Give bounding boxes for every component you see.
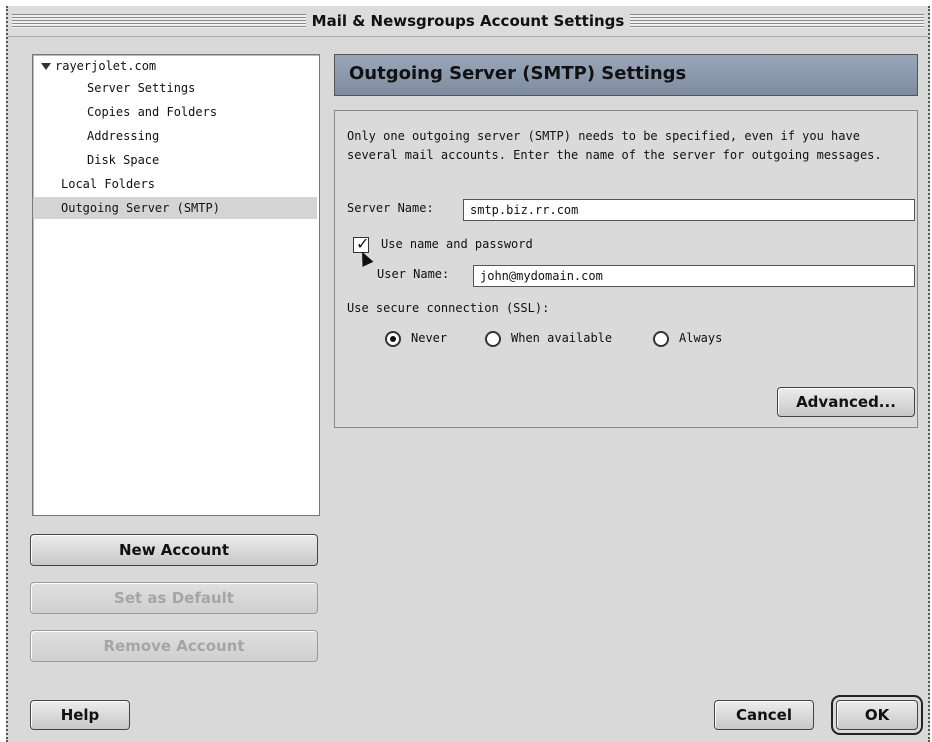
ssl-always-label: Always	[679, 331, 723, 345]
ssl-never-label: Never	[411, 331, 448, 345]
settings-window: Mail & Newsgroups Account Settings rayer…	[6, 6, 930, 742]
new-account-button[interactable]: New Account	[30, 534, 318, 566]
tree-account-label: rayerjolet.com	[55, 59, 157, 73]
user-name-label: User Name:	[377, 267, 450, 281]
ssl-label: Use secure connection (SSL):	[347, 301, 550, 315]
ssl-never-radio[interactable]	[385, 331, 401, 347]
tree-item-local-folders[interactable]: Local Folders	[33, 173, 317, 195]
title-bar[interactable]: Mail & Newsgroups Account Settings	[8, 6, 928, 37]
tree-item-copies-folders[interactable]: Copies and Folders	[33, 101, 317, 123]
tree-item-server-settings[interactable]: Server Settings	[33, 77, 317, 99]
help-button[interactable]: Help	[30, 700, 130, 730]
ssl-when-available-radio[interactable]	[485, 331, 501, 347]
tree-item-addressing[interactable]: Addressing	[33, 125, 317, 147]
smtp-settings-panel: Only one outgoing server (SMTP) needs to…	[334, 110, 918, 428]
tree-item-label: Addressing	[87, 129, 160, 143]
ok-button[interactable]: OK	[831, 695, 923, 735]
set-default-button[interactable]: Set as Default	[30, 582, 318, 614]
window-title: Mail & Newsgroups Account Settings	[305, 12, 631, 30]
mouse-pointer-icon	[356, 249, 374, 267]
tree-item-label: Local Folders	[61, 177, 155, 191]
tree-item-label: Server Settings	[87, 81, 196, 95]
advanced-button[interactable]: Advanced...	[777, 387, 915, 417]
tree-item-label: Copies and Folders	[87, 105, 218, 119]
tree-item-label: Disk Space	[87, 153, 160, 167]
server-name-label: Server Name:	[347, 201, 434, 215]
account-tree[interactable]: rayerjolet.com Server Settings Copies an…	[32, 54, 320, 516]
radio-selected-dot	[390, 336, 396, 342]
cancel-button[interactable]: Cancel	[714, 700, 814, 730]
tree-item-label: Outgoing Server (SMTP)	[61, 201, 220, 215]
panel-title: Outgoing Server (SMTP) Settings	[349, 63, 687, 84]
use-auth-label: Use name and password	[381, 237, 533, 251]
tree-item-disk-space[interactable]: Disk Space	[33, 149, 317, 171]
panel-description: Only one outgoing server (SMTP) needs to…	[347, 129, 882, 162]
ssl-when-available-label: When available	[511, 331, 613, 345]
tree-item-outgoing-server[interactable]: Outgoing Server (SMTP)	[33, 197, 317, 219]
tree-account-row[interactable]: rayerjolet.com	[33, 55, 317, 77]
disclosure-triangle-icon[interactable]	[41, 63, 51, 70]
server-name-field[interactable]: smtp.biz.rr.com	[463, 199, 915, 221]
ssl-always-radio[interactable]	[653, 331, 669, 347]
panel-header: Outgoing Server (SMTP) Settings	[334, 54, 918, 96]
user-name-field[interactable]: john@mydomain.com	[473, 265, 915, 287]
remove-account-button[interactable]: Remove Account	[30, 630, 318, 662]
